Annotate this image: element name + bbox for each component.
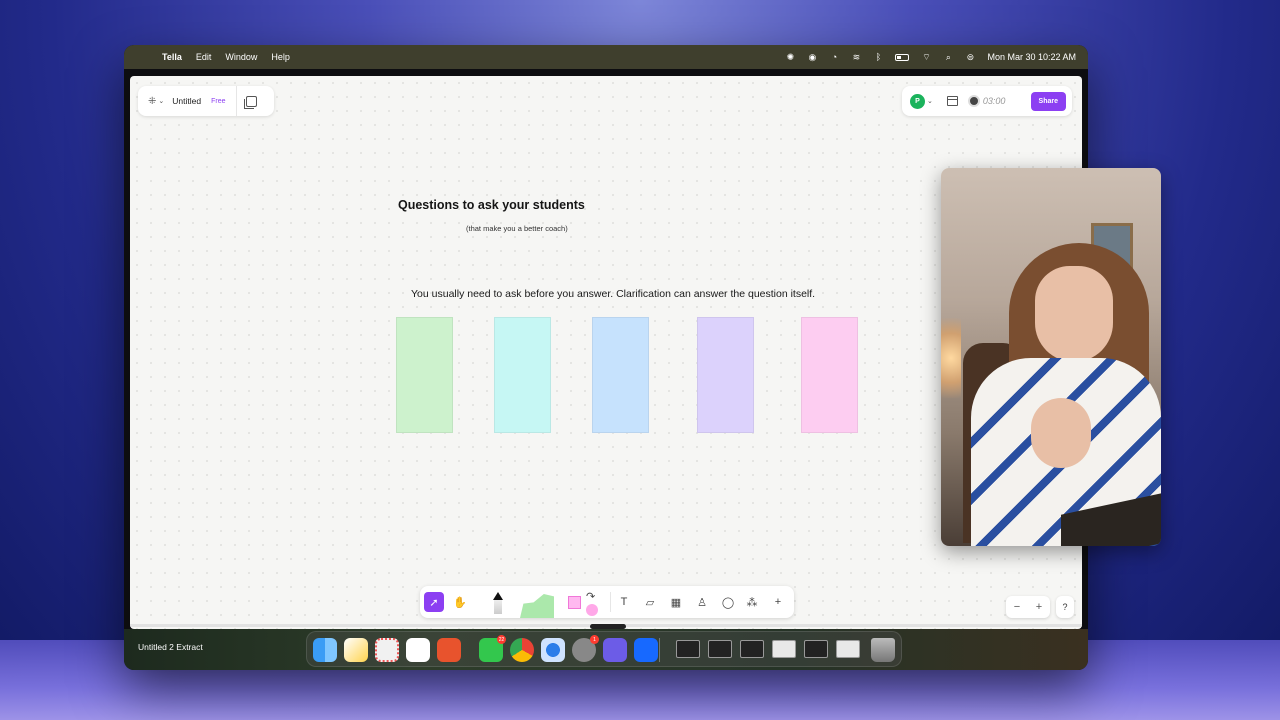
desktop-dock-area: Untitled 2 Extract 22 1 [124, 629, 1088, 670]
launchpad-icon[interactable] [375, 638, 399, 662]
zoom-controls: − + [1006, 596, 1050, 618]
battery-icon[interactable] [895, 53, 910, 61]
timer-icon [967, 95, 980, 107]
canvas-subtitle[interactable]: (that make you a better coach) [466, 224, 568, 233]
highlighter-tool-icon[interactable] [520, 594, 554, 618]
minimized-window-2[interactable] [708, 640, 732, 658]
layout-icon[interactable] [946, 96, 958, 106]
minimized-window-3[interactable] [740, 640, 764, 658]
messages-icon[interactable]: 22 [479, 635, 506, 662]
menu-bar: Tella Edit Window Help ✺ ◉ ◔ ≋ ᛒ ⌔ ⌕ ⊜ M… [124, 45, 1088, 69]
sticky-note-purple[interactable] [697, 317, 754, 433]
zoom-out-button[interactable]: − [1014, 601, 1020, 613]
canvas-title[interactable]: Questions to ask your students [398, 198, 585, 212]
menu-clock[interactable]: Mon Mar 30 10:22 AM [987, 52, 1076, 62]
pages-icon[interactable] [243, 95, 257, 109]
help-button[interactable]: ? [1056, 596, 1074, 618]
file-toolbar: ⁜ ⌄ Untitled Free [138, 86, 274, 116]
status-area: ✺ ◉ ◔ ≋ ᛒ ⌔ ⌕ ⊜ Mon Mar 30 10:22 AM [785, 52, 1076, 62]
finder-icon[interactable] [313, 638, 337, 662]
rectangle-shape-icon[interactable] [568, 596, 581, 609]
arrow-shape-icon[interactable]: ↷ [586, 590, 595, 603]
app-grid-icon[interactable] [603, 638, 627, 662]
sticky-note-pink[interactable] [801, 317, 858, 433]
spotlight-icon[interactable]: ⌕ [943, 52, 953, 62]
table-tool-icon[interactable]: ▦ [666, 592, 686, 612]
atlas-app-icon[interactable] [344, 638, 368, 662]
bluetooth-icon[interactable]: ᛒ [873, 52, 883, 62]
text-tool-icon[interactable]: T [614, 592, 634, 612]
system-settings-icon[interactable]: 1 [572, 635, 599, 662]
share-button[interactable]: Share [1030, 91, 1066, 111]
drawing-toolbar: ➚ ✋ ↷ T ▱ ▦ ♙ ◯ ⁂ + [420, 586, 794, 618]
minimized-window-5[interactable] [804, 640, 828, 658]
app-logo-icon[interactable]: ⁜ [148, 96, 156, 107]
airdrop-icon[interactable]: ≋ [851, 52, 861, 62]
recording-icon[interactable]: ◉ [807, 52, 817, 62]
document-title[interactable]: Untitled [172, 96, 201, 106]
circle-shape-icon[interactable] [586, 604, 598, 616]
chrome-icon[interactable] [510, 638, 534, 662]
sticky-tool-icon[interactable]: ▱ [640, 592, 660, 612]
share-toolbar: P ⌄ 03:00 Share [902, 86, 1072, 116]
claude-icon[interactable] [437, 638, 461, 662]
minimized-window-6[interactable] [836, 640, 860, 658]
active-window-label: Untitled 2 Extract [138, 642, 203, 652]
webcam-overlay[interactable] [941, 168, 1161, 546]
menu-help[interactable]: Help [271, 52, 290, 62]
hand-tool-icon[interactable]: ✋ [450, 592, 470, 612]
canvas-body-text[interactable]: You usually need to ask before you answe… [411, 288, 815, 300]
sticky-note-blue[interactable] [592, 317, 649, 433]
sticky-note-cyan[interactable] [494, 317, 551, 433]
dock: 22 1 [306, 631, 902, 667]
select-tool-icon[interactable]: ➚ [424, 592, 444, 612]
chevron-down-icon[interactable]: ⌄ [158, 97, 164, 105]
slack-icon[interactable] [406, 638, 430, 662]
settings-badge: 1 [590, 635, 599, 644]
minimized-window-1[interactable] [676, 640, 700, 658]
presenter-hands [1031, 398, 1091, 468]
messages-badge: 22 [497, 635, 506, 644]
lamp-glow [941, 318, 961, 398]
menu-window[interactable]: Window [225, 52, 257, 62]
plan-badge[interactable]: Free [211, 98, 225, 105]
control-center-icon[interactable]: ⊜ [965, 52, 975, 62]
trash-icon[interactable] [871, 638, 895, 662]
brightness-icon[interactable]: ✺ [785, 52, 795, 62]
browser-icon[interactable] [541, 638, 565, 662]
timer[interactable]: 03:00 [967, 95, 1006, 107]
widgets-tool-icon[interactable]: ⁂ [742, 592, 762, 612]
zoom-in-button[interactable]: + [1036, 601, 1042, 613]
whiteboard-canvas[interactable]: ⁜ ⌄ Untitled Free P ⌄ 03:00 Share Questi… [130, 76, 1082, 629]
menu-app-name[interactable]: Tella [162, 52, 182, 62]
tella-icon[interactable] [634, 638, 658, 662]
stamp-tool-icon[interactable]: ♙ [692, 592, 712, 612]
chevron-down-icon[interactable]: ⌄ [927, 97, 933, 105]
focus-icon[interactable]: ◔ [829, 52, 839, 62]
wifi-icon[interactable]: ⌔ [921, 52, 931, 62]
menu-edit[interactable]: Edit [196, 52, 212, 62]
comment-tool-icon[interactable]: ◯ [718, 592, 738, 612]
add-tool-icon[interactable]: + [768, 592, 788, 612]
timer-value: 03:00 [982, 96, 1006, 106]
sticky-note-green[interactable] [396, 317, 453, 433]
minimized-window-4[interactable] [772, 640, 796, 658]
avatar[interactable]: P [910, 93, 925, 109]
pen-tool-icon[interactable] [493, 592, 503, 614]
dock-divider [659, 638, 660, 662]
presenter-face [1035, 266, 1113, 362]
divider [610, 592, 611, 612]
divider [235, 86, 237, 116]
